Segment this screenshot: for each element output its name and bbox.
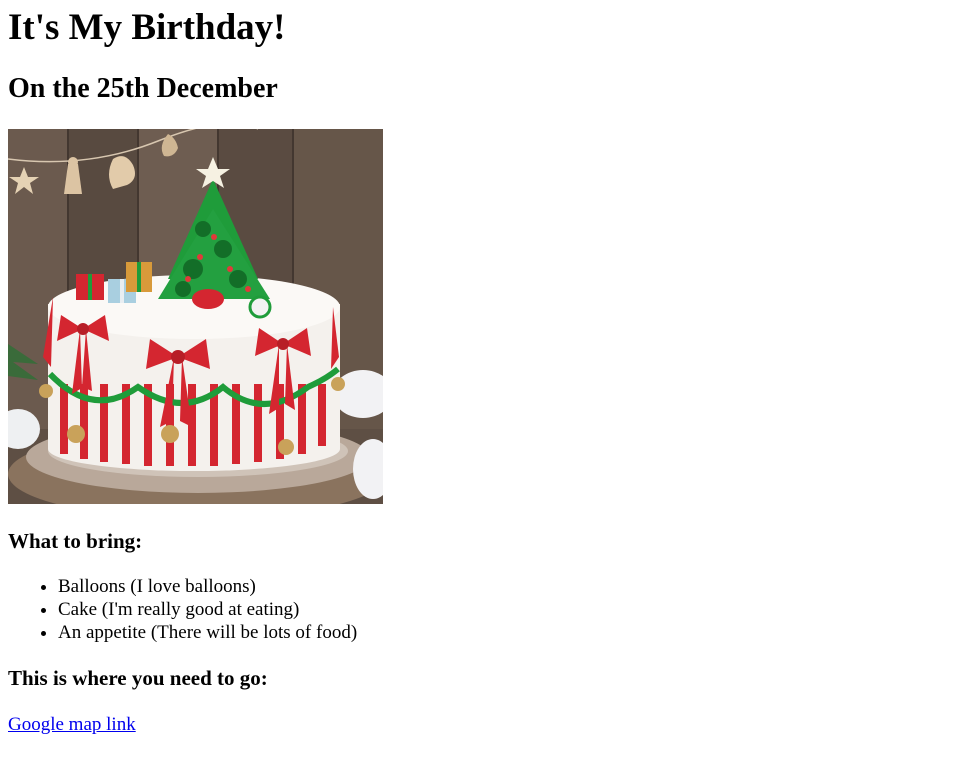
list-item: Balloons (I love balloons) <box>58 575 953 598</box>
list-item: Cake (I'm really good at eating) <box>58 598 953 621</box>
bring-list: Balloons (I love balloons) Cake (I'm rea… <box>8 575 953 644</box>
what-to-bring-heading: What to bring: <box>8 529 143 553</box>
list-item: An appetite (There will be lots of food) <box>58 621 953 644</box>
google-map-link[interactable]: Google map link <box>8 713 136 736</box>
location-heading: This is where you need to go: <box>8 666 268 690</box>
event-date-heading: On the 25th December <box>8 73 278 104</box>
page-title: It's My Birthday! <box>8 7 286 48</box>
birthday-cake-image <box>8 129 383 504</box>
